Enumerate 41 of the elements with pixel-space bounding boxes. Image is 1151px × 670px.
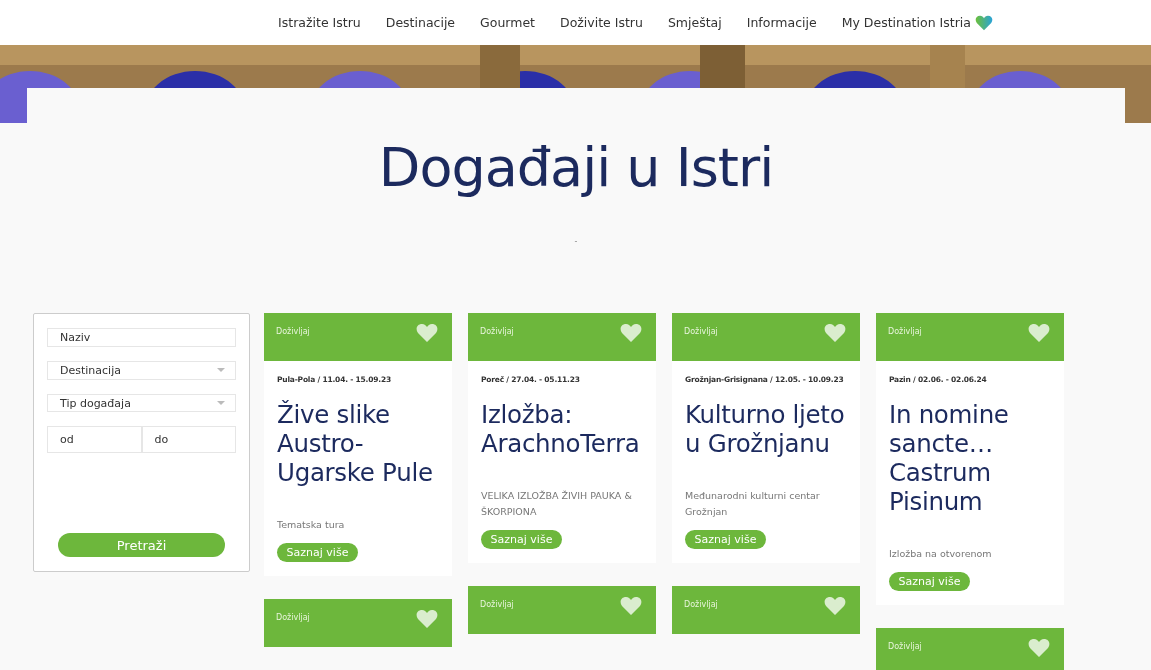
page-title: Događaji u Istri [377, 136, 775, 199]
heart-icon [974, 14, 993, 31]
dropdown-field[interactable]: Tip događaja [47, 393, 236, 413]
category-label: Doživljaj [276, 327, 310, 336]
heart-icon [416, 609, 438, 629]
event-title[interactable]: Izložba: ArachnoTerra [481, 400, 643, 458]
event-description: Međunarodni kulturni centar Grožnjan [685, 489, 821, 519]
heart-icon [620, 323, 642, 343]
heart-icon [416, 323, 438, 343]
nav-link[interactable]: Doživite Istru [560, 15, 643, 30]
category-label: Doživljaj [276, 613, 310, 622]
date-to-field[interactable]: do [141, 426, 236, 454]
date-from-field[interactable]: od [47, 426, 142, 454]
nav-link[interactable]: Smještaj [667, 15, 722, 30]
nav-link[interactable]: Informacije [746, 15, 817, 30]
category-label: Doživljaj [480, 327, 514, 336]
heart-icon [824, 596, 846, 616]
event-title[interactable]: Žive slike Austro-Ugarske Pule [277, 400, 439, 487]
event-description: Izložba na otvorenom [889, 547, 993, 561]
name-field[interactable]: Naziv [47, 328, 236, 347]
heart-icon [1028, 638, 1050, 658]
category-label: Doživljaj [684, 327, 718, 336]
caret-icon [217, 401, 225, 406]
category-label: Doživljaj [480, 600, 514, 609]
nav-link[interactable]: My Destination Istria [841, 14, 993, 31]
heart-icon [620, 596, 642, 616]
category-label: Doživljaj [888, 327, 922, 336]
category-label: Doživljaj [684, 600, 718, 609]
nav-link[interactable]: Destinacije [385, 15, 456, 30]
nav-link[interactable]: Gourmet [480, 15, 535, 30]
nav-link[interactable]: Istražite Istru [278, 15, 361, 30]
event-description: Tematska tura [277, 518, 346, 532]
category-label: Doživljaj [888, 642, 922, 651]
dropdown-field[interactable]: Destinacija [47, 360, 236, 380]
event-description: VELIKA IZLOŽBA ŽIVIH PAUKA & ŠKORPIONA [481, 489, 633, 519]
subtitle-text: - [574, 237, 578, 246]
heart-icon [1028, 323, 1050, 343]
heart-icon [824, 323, 846, 343]
event-title[interactable]: Kulturno ljeto u Grožnjanu [685, 400, 847, 458]
caret-icon [217, 368, 225, 373]
event-title[interactable]: In nomine sancte… Castrum Pisinum [889, 400, 1051, 516]
